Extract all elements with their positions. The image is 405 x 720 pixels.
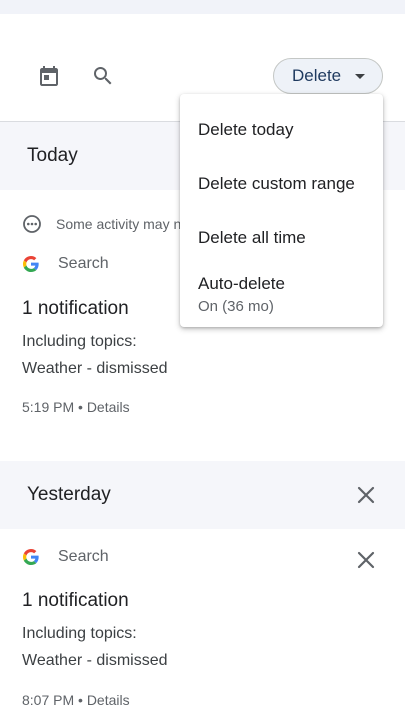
close-icon[interactable]	[354, 483, 378, 507]
section-title: Yesterday	[27, 484, 111, 505]
auto-delete-status: On (36 mo)	[198, 298, 274, 315]
activity-info-row: Some activity may n	[22, 214, 181, 234]
card-source-label: Search	[58, 255, 109, 272]
top-strip	[0, 0, 405, 14]
close-icon[interactable]	[354, 548, 378, 572]
menu-item-delete-all-time[interactable]: Delete all time	[198, 228, 306, 248]
card-source-row: Search	[22, 548, 109, 566]
card-line: Including topics:	[22, 625, 137, 642]
search-icon[interactable]	[89, 62, 117, 90]
card-meta-details[interactable]: 5:19 PM • Details	[22, 399, 130, 415]
calendar-icon[interactable]	[35, 62, 63, 90]
google-logo-icon	[22, 255, 40, 273]
card-title: 1 notification	[22, 298, 129, 319]
menu-item-delete-custom-range[interactable]: Delete custom range	[198, 174, 355, 194]
card-line: Weather - dismissed	[22, 652, 168, 669]
section-title: Today	[27, 145, 78, 166]
google-logo-icon	[22, 548, 40, 566]
menu-item-delete-today[interactable]: Delete today	[198, 120, 293, 140]
card-source-label: Search	[58, 548, 109, 565]
card-line: Weather - dismissed	[22, 360, 168, 377]
caret-down-icon	[355, 74, 365, 79]
delete-menu: Delete today Delete custom range Delete …	[180, 94, 383, 327]
card-line: Including topics:	[22, 333, 137, 350]
delete-button-label: Delete	[292, 66, 342, 85]
card-title: 1 notification	[22, 590, 129, 611]
activity-info-text: Some activity may n	[56, 216, 182, 232]
card-source-row: Search	[22, 255, 109, 273]
more-horiz-circle-icon	[23, 215, 41, 233]
card-meta-details[interactable]: 8:07 PM • Details	[22, 692, 130, 708]
delete-dropdown-button[interactable]: Delete	[273, 58, 383, 94]
menu-item-auto-delete[interactable]: Auto-delete	[198, 274, 285, 294]
section-header-yesterday: Yesterday	[0, 461, 405, 529]
